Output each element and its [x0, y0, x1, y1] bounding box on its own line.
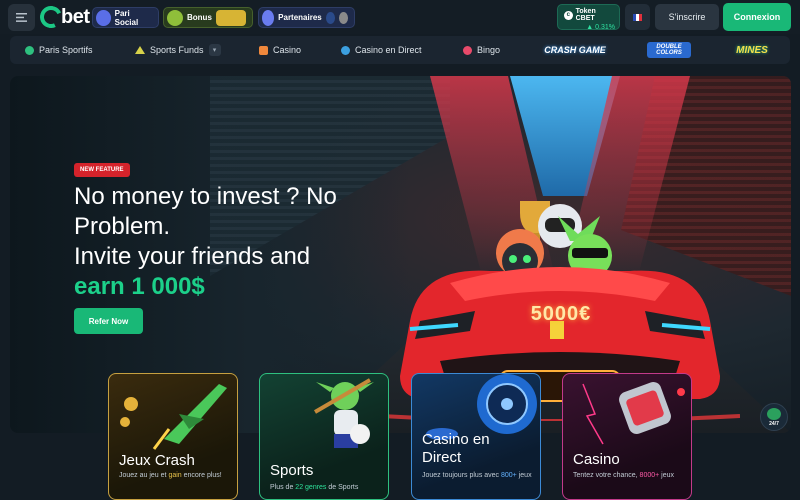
desc-text: Jouez toujours plus avec: [422, 472, 501, 479]
token-coin-icon: c: [564, 10, 573, 20]
mines-logo[interactable]: MINES: [730, 42, 774, 58]
goblin-avatar-icon: [167, 9, 183, 26]
desc-text: Plus de: [270, 484, 296, 491]
card-description: Tentez votre chance, 8000+ jeux: [573, 471, 688, 481]
crash-game-logo[interactable]: CRASH GAME: [542, 42, 608, 58]
top-bar: bet Pari Social Bonus Partenaires c Toke…: [0, 0, 800, 34]
slot-machine-icon: [582, 382, 685, 445]
chevron-down-icon[interactable]: ▾: [208, 44, 221, 56]
france-flag-icon: [632, 13, 643, 21]
coins-icon: [215, 9, 246, 26]
hero-title-line: Invite your friends and: [74, 243, 311, 270]
promo-partenaires[interactable]: Partenaires: [258, 7, 355, 28]
nav-label: Bingo: [477, 45, 501, 55]
alien-avatar-icon: [262, 9, 275, 26]
cherry-icon: [259, 45, 268, 55]
nav-item-paris-sportifs[interactable]: Paris Sportifs: [25, 36, 93, 64]
desc-text: Tentez votre chance,: [573, 472, 640, 479]
main-nav: Paris Sportifs Sports Funds ▾ Casino Cas…: [10, 36, 790, 64]
token-ticker[interactable]: c Token CBET ▲ 0.31%: [557, 4, 620, 31]
login-button[interactable]: Connexion: [723, 3, 791, 31]
token-change: ▲ 0.31%: [586, 24, 615, 31]
goblin-baseball-icon: [313, 378, 374, 448]
double-colors-logo[interactable]: DOUBLE COLORS: [647, 42, 691, 58]
category-card-casino-direct[interactable]: Casino en Direct Jouez toujours plus ave…: [411, 373, 541, 500]
support-label: 24/7: [769, 420, 779, 427]
nav-label: Sports Funds: [150, 45, 204, 55]
new-feature-badge: NEW FEATURE: [74, 163, 130, 177]
owl-avatar-icon: [96, 9, 111, 26]
license-plate: 5000€: [530, 303, 592, 325]
site-logo[interactable]: bet: [36, 2, 90, 32]
support-avatar-icon: [767, 407, 781, 420]
promo-label: Bonus: [187, 13, 212, 22]
nav-item-sports-funds[interactable]: Sports Funds ▾: [135, 36, 221, 64]
menu-button[interactable]: [8, 4, 35, 31]
card-description: Jouez au jeu et gain encore plus!: [119, 471, 229, 481]
nav-label: Paris Sportifs: [39, 45, 93, 55]
support-chat-button[interactable]: 24/7: [760, 403, 788, 431]
promo-bonus[interactable]: Bonus: [163, 7, 253, 28]
category-card-sports[interactable]: Sports Plus de 22 genres de Sports: [259, 373, 389, 500]
ball-icon: [25, 45, 34, 55]
token-name: Token CBET: [575, 8, 596, 22]
category-card-casino[interactable]: Casino Tentez votre chance, 8000+ jeux: [562, 373, 692, 500]
nav-item-bingo[interactable]: Bingo: [463, 36, 500, 64]
refer-now-button[interactable]: Refer Now: [74, 308, 143, 334]
card-title-line: Casino en: [422, 431, 490, 448]
desc-text: jeux: [516, 472, 532, 479]
hero-title-line: Problem.: [74, 213, 171, 240]
card-title: Casino en Direct: [422, 431, 490, 467]
desc-text: de Sports: [326, 484, 359, 491]
hamburger-icon: [16, 13, 27, 22]
desc-text: jeux: [659, 472, 675, 479]
card-title-line: Direct: [422, 449, 462, 466]
desc-accent: 8000+: [639, 472, 660, 479]
card-description: Plus de 22 genres de Sports: [270, 483, 380, 493]
logo-text: bet: [61, 5, 90, 28]
hero-title-line: No money to invest ? No: [74, 183, 337, 210]
bingo-icon: [463, 45, 472, 55]
nav-label: Casino en Direct: [355, 45, 422, 55]
nav-item-casino[interactable]: Casino: [259, 36, 301, 64]
card-description: Jouez toujours plus avec 800+ jeux: [422, 471, 537, 481]
club-crest-icon: [338, 11, 348, 24]
chip-icon: [341, 45, 350, 55]
language-selector[interactable]: [625, 4, 650, 30]
trend-icon: [135, 46, 145, 54]
hero-title: No money to invest ? No Problem. Invite …: [74, 182, 384, 302]
jet-plane-icon: [120, 384, 227, 450]
nav-label: Casino: [273, 45, 302, 55]
promo-pari-social[interactable]: Pari Social: [92, 7, 159, 28]
card-title: Casino: [573, 451, 620, 468]
nav-item-casino-direct[interactable]: Casino en Direct: [341, 36, 422, 64]
signup-button[interactable]: S'inscrire: [655, 4, 719, 30]
desc-accent: gain: [168, 472, 182, 479]
desc-accent: 800+: [501, 472, 517, 479]
category-card-jeux-crash[interactable]: Jeux Crash Jouez au jeu et gain encore p…: [108, 373, 238, 500]
desc-text: Jouez au jeu et: [119, 472, 169, 479]
promo-label: Partenaires: [278, 13, 322, 22]
card-title: Jeux Crash: [119, 452, 195, 469]
promo-label: Pari Social: [114, 8, 139, 27]
hero-title-highlight: earn 1 000$: [74, 273, 205, 300]
psg-logo-icon: [325, 11, 335, 24]
desc-accent: 22 genres: [295, 484, 327, 491]
card-title: Sports: [270, 462, 314, 479]
desc-text: encore plus!: [181, 472, 222, 479]
